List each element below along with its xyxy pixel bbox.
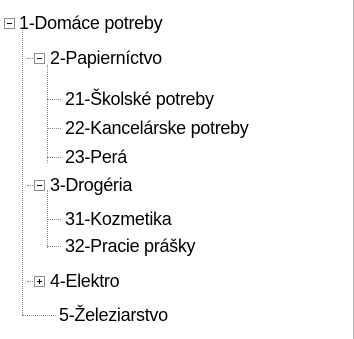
- minus-box-icon[interactable]: [34, 53, 45, 64]
- tree-connector: [47, 99, 61, 100]
- tree-item-elektro[interactable]: 4-Elektro: [50, 270, 120, 292]
- tree-item-zeleziarstvo[interactable]: 5-Železiarstvo: [59, 304, 168, 326]
- tree-item-papiernictvo[interactable]: 2-Papierníctvo: [50, 47, 162, 69]
- tree-connector-root: [22, 30, 23, 315]
- tree-connector: [47, 157, 61, 158]
- tree-item-kozmetika[interactable]: 31-Kozmetika: [65, 208, 172, 230]
- minus-bar: [7, 23, 12, 24]
- tree-connector: [22, 315, 56, 316]
- tree-item-pera[interactable]: 23-Perá: [65, 146, 127, 168]
- minus-box-icon[interactable]: [34, 180, 45, 191]
- tree-view: 1-Domáce potreby 2-Papierníctvo 21-Škols…: [0, 0, 354, 339]
- plus-bar-vertical: [39, 279, 40, 284]
- tree-connector: [47, 246, 61, 247]
- plus-box-icon[interactable]: [34, 276, 45, 287]
- tree-connector: [47, 128, 61, 129]
- minus-bar: [37, 185, 42, 186]
- minus-box-icon[interactable]: [4, 18, 15, 29]
- tree-item-pracie-prasky[interactable]: 32-Pracie prášky: [65, 235, 196, 257]
- minus-bar: [37, 58, 42, 59]
- tree-item-skolske-potreby[interactable]: 21-Školské potreby: [65, 88, 214, 110]
- tree-connector: [47, 219, 61, 220]
- tree-connector-papiernictvo: [47, 65, 48, 163]
- tree-item-domace-potreby[interactable]: 1-Domáce potreby: [19, 12, 163, 34]
- tree-item-kancelarske-potreby[interactable]: 22-Kancelárske potreby: [65, 117, 249, 139]
- tree-item-drogeria[interactable]: 3-Drogéria: [50, 174, 132, 196]
